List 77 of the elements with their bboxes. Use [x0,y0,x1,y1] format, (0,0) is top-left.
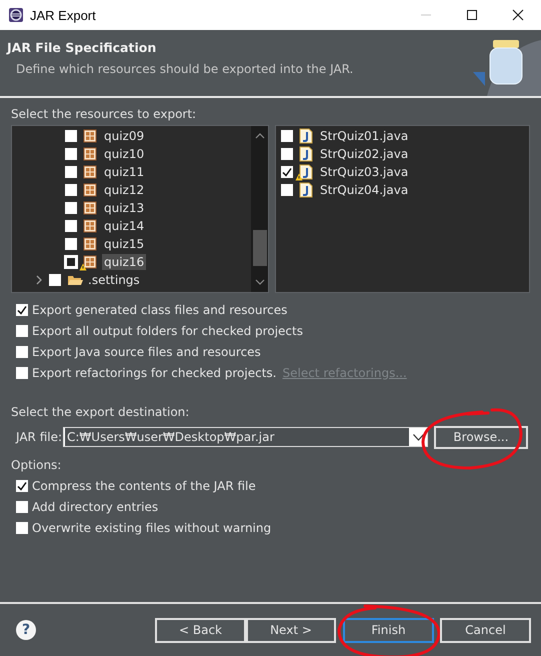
java-file-icon [299,128,313,144]
checkbox-label[interactable]: Add directory entries [32,500,158,514]
field-label: JAR file: [16,430,63,444]
checkbox-label[interactable]: Export Java source files and resources [32,344,261,358]
package-icon [83,183,97,197]
checkbox[interactable] [65,166,77,178]
window-title: JAR Export [30,8,96,22]
checkbox[interactable] [65,130,77,142]
checkbox[interactable] [281,184,293,196]
dialog-button[interactable]: Finish [343,618,434,642]
tree-item[interactable]: quiz14 [102,218,146,234]
package-icon [83,237,97,251]
java-file-icon [299,146,313,162]
checkbox-label[interactable]: Compress the contents of the JAR file [32,478,256,492]
checkbox[interactable] [65,202,77,214]
package-icon [83,255,97,269]
page-title: JAR File Specification [7,40,158,55]
java-file-icon [299,182,313,198]
check-icon [16,480,28,492]
warning-icon [295,173,303,181]
tree-item[interactable]: quiz12 [102,182,146,198]
file-item[interactable]: StrQuiz02.java [318,146,410,162]
file-item[interactable]: StrQuiz04.java [318,182,410,198]
checkbox-label[interactable]: Export generated class files and resources [32,302,288,316]
tree-item[interactable]: quiz11 [102,164,146,180]
scrollbar-thumb[interactable] [252,230,266,266]
file-item[interactable]: StrQuiz01.java [318,128,410,144]
browse-button[interactable]: Browse... [434,426,528,448]
checkbox[interactable] [65,148,77,160]
package-icon [83,129,97,143]
dropdown-icon [413,434,424,440]
tree-item[interactable]: quiz16 [102,254,146,270]
scrollbar[interactable] [251,126,268,292]
checkbox[interactable] [16,480,28,492]
checkbox[interactable] [281,130,293,142]
dialog-button[interactable]: < Back [155,618,246,642]
package-icon [83,201,97,215]
help-button[interactable]: ? [16,620,36,640]
section-label: Select the export destination: [11,405,190,421]
checkbox-label[interactable]: Export refactorings for checked projects. [32,366,276,380]
checkbox[interactable] [65,220,77,232]
check-icon [16,304,28,316]
dialog-button[interactable]: Next > [246,618,336,642]
tree-item[interactable]: quiz09 [102,128,146,144]
checkbox[interactable] [16,324,28,336]
expand-icon[interactable] [35,275,43,285]
folder-icon [67,273,83,287]
checkbox-label[interactable]: Export all output folders for checked projects [32,324,303,338]
dialog-button[interactable]: Cancel [440,618,531,642]
jar-file-combo[interactable]: C:₩Users₩user₩Desktop₩par.jar [63,427,428,447]
checkbox-label[interactable]: Overwrite existing files without warning [32,520,272,534]
package-icon [83,219,97,233]
warning-icon [79,263,87,271]
tree-item[interactable]: quiz10 [102,146,146,162]
checkbox[interactable] [16,366,28,378]
checkbox[interactable] [65,238,77,250]
checkbox[interactable] [16,500,28,512]
checkbox[interactable] [281,148,293,160]
java-file-icon [299,164,313,180]
checkbox[interactable] [16,346,28,358]
package-icon [83,165,97,179]
section-label: Options: [11,458,62,474]
tree-item[interactable]: quiz13 [102,200,146,216]
app-icon [8,7,24,23]
page-description: Define which resources should be exported into the JAR. [16,62,354,76]
file-item[interactable]: StrQuiz03.java [318,164,410,180]
checkbox[interactable] [281,166,293,178]
package-icon [83,147,97,161]
section-label: Select the resources to export: [11,107,198,123]
checkbox[interactable] [65,256,77,268]
checkbox[interactable] [49,274,61,286]
checkbox[interactable] [16,304,28,316]
tree-item[interactable]: quiz15 [102,236,146,252]
check-icon [281,166,293,178]
checkbox[interactable] [65,184,77,196]
tree-item[interactable]: .settings [86,272,142,288]
checkbox[interactable] [16,522,28,534]
